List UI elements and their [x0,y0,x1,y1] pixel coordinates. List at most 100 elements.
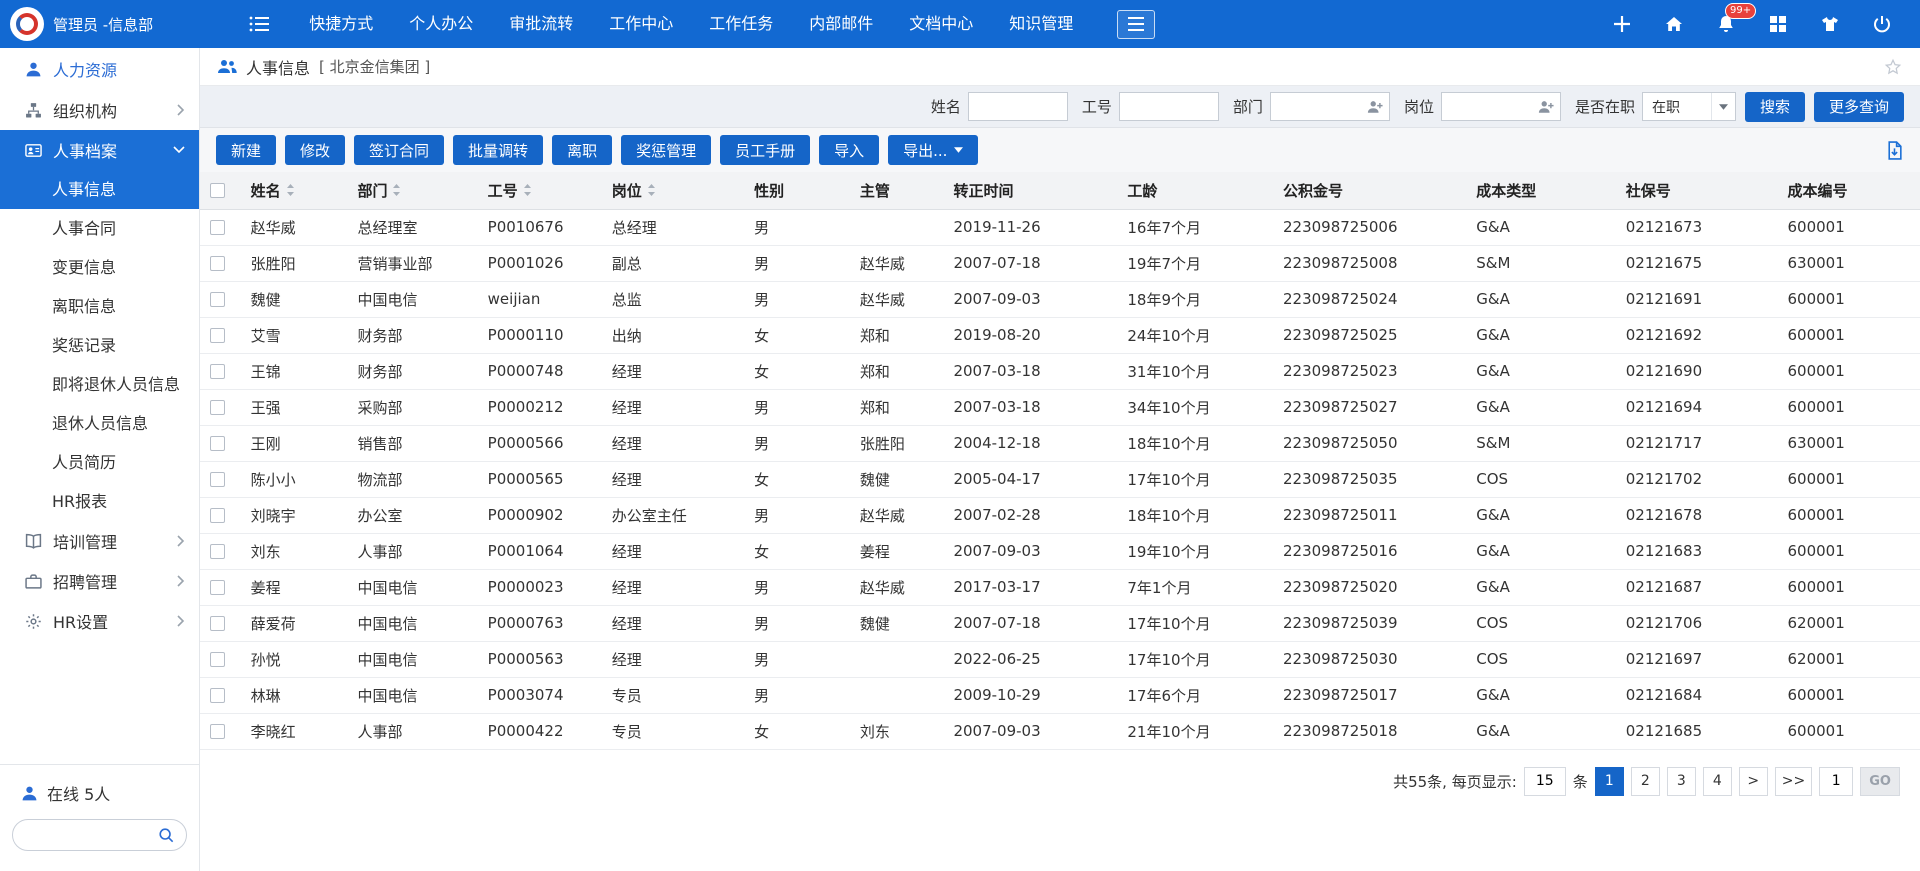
column-header-4[interactable]: 岗位 [602,172,744,209]
row-checkbox[interactable] [210,400,225,415]
sidebar-item-3[interactable]: 培训管理 [0,521,199,561]
add-icon[interactable] [1610,12,1634,36]
export-file-icon[interactable] [1885,141,1904,160]
row-checkbox[interactable] [210,652,225,667]
person-picker-icon[interactable] [1533,93,1560,120]
row-checkbox[interactable] [210,544,225,559]
toolbar-button-6[interactable]: 奖惩管理 [621,135,711,165]
sidebar-title[interactable]: 人力资源 [0,48,199,90]
sidebar-subitem[interactable]: 奖惩记录 [0,326,199,365]
filter-input-1[interactable] [968,92,1068,121]
menu-toggle-button[interactable] [1117,10,1155,39]
top-menu-item-1[interactable]: 快捷方式 [291,0,391,48]
sidebar-subitem[interactable]: 退休人员信息 [0,404,199,443]
table-row-3[interactable]: 魏健中国电信weijian总监男赵华威2007-09-0318年9个月22309… [200,281,1920,317]
row-checkbox[interactable] [210,292,225,307]
page-button-4[interactable]: 4 [1703,767,1732,796]
sidebar-subitem[interactable]: 人事信息 [0,170,199,209]
row-checkbox[interactable] [210,616,225,631]
row-checkbox[interactable] [210,256,225,271]
sort-icon[interactable] [647,183,656,197]
sidebar-item-1[interactable]: 组织机构 [0,90,199,130]
sort-icon[interactable] [286,183,295,197]
sidebar-subitem[interactable]: 人事合同 [0,209,199,248]
next-page-button[interactable]: > [1739,767,1768,796]
sidebar-subitem[interactable]: 变更信息 [0,248,199,287]
table-row-2[interactable]: 张胜阳营销事业部P0001026副总男赵华威2007-07-1819年7个月22… [200,245,1920,281]
toolbar-button-4[interactable]: 批量调转 [453,135,543,165]
row-checkbox[interactable] [210,724,225,739]
column-header-3[interactable]: 工号 [478,172,602,209]
toolbar-button-8[interactable]: 导入 [819,135,879,165]
filter-select-5[interactable]: 在职 [1642,92,1736,121]
toolbar-button-7[interactable]: 员工手册 [720,135,810,165]
row-checkbox[interactable] [210,364,225,379]
top-menu-item-5[interactable]: 工作任务 [691,0,791,48]
top-menu-item-3[interactable]: 审批流转 [491,0,591,48]
top-menu-item-6[interactable]: 内部邮件 [791,0,891,48]
favorite-star-icon[interactable] [1884,58,1902,76]
notification-bell-icon[interactable]: 99+ [1714,12,1738,36]
sidebar-item-2[interactable]: 人事档案 [0,130,199,170]
top-menu-item-7[interactable]: 文档中心 [891,0,991,48]
filter-input-4[interactable] [1442,93,1533,120]
power-icon[interactable] [1870,12,1894,36]
table-row-13[interactable]: 孙悦中国电信P0000563经理男2022-06-2517年10个月223098… [200,641,1920,677]
sidebar-search-input[interactable] [25,827,158,843]
sidebar-item-5[interactable]: HR设置 [0,601,199,641]
app-list-icon[interactable] [249,15,271,33]
sort-icon[interactable] [523,183,532,197]
table-row-11[interactable]: 姜程中国电信P0000023经理男赵华威2017-03-177年1个月22309… [200,569,1920,605]
table-row-4[interactable]: 艾雪财务部P0000110出纳女郑和2019-08-2024年10个月22309… [200,317,1920,353]
table-row-9[interactable]: 刘晓宇办公室P0000902办公室主任男赵华威2007-02-2818年10个月… [200,497,1920,533]
toolbar-button-1[interactable]: 新建 [216,135,276,165]
theme-icon[interactable] [1818,12,1842,36]
toolbar-button-2[interactable]: 修改 [285,135,345,165]
goto-page-input[interactable] [1819,767,1853,796]
sidebar-subitem[interactable]: 离职信息 [0,287,199,326]
sidebar-subitem[interactable]: HR报表 [0,482,199,521]
table-row-6[interactable]: 王强采购部P0000212经理男郑和2007-03-1834年10个月22309… [200,389,1920,425]
table-row-8[interactable]: 陈小小物流部P0000565经理女魏健2005-04-1717年10个月2230… [200,461,1920,497]
go-button[interactable]: GO [1860,767,1900,796]
page-button-2[interactable]: 2 [1631,767,1660,796]
column-header-2[interactable]: 部门 [347,172,477,209]
toolbar-button-9[interactable]: 导出... [888,135,978,165]
sidebar-subitem[interactable]: 人员简历 [0,443,199,482]
row-checkbox[interactable] [210,472,225,487]
page-size-input[interactable] [1524,767,1566,796]
row-checkbox[interactable] [210,220,225,235]
filter-input-2[interactable] [1119,92,1219,121]
row-checkbox[interactable] [210,328,225,343]
table-row-15[interactable]: 李晓红人事部P0000422专员女刘东2007-09-0321年10个月2230… [200,713,1920,749]
select-all-checkbox[interactable] [210,183,225,198]
table-row-1[interactable]: 赵华威总经理室P0010676总经理男2019-11-2616年7个月22309… [200,209,1920,245]
table-row-10[interactable]: 刘东人事部P0001064经理女姜程2007-09-0319年10个月22309… [200,533,1920,569]
toolbar-button-5[interactable]: 离职 [552,135,612,165]
top-menu-item-8[interactable]: 知识管理 [991,0,1091,48]
page-button-3[interactable]: 3 [1667,767,1696,796]
person-picker-icon[interactable] [1362,93,1389,120]
toolbar-button-3[interactable]: 签订合同 [354,135,444,165]
table-row-14[interactable]: 林琳中国电信P0003074专员男2009-10-2917年6个月2230987… [200,677,1920,713]
sort-icon[interactable] [392,183,401,197]
top-menu-item-4[interactable]: 工作中心 [591,0,691,48]
search-icon[interactable] [158,827,174,843]
home-icon[interactable] [1662,12,1686,36]
row-checkbox[interactable] [210,436,225,451]
apps-grid-icon[interactable] [1766,12,1790,36]
filter-input-3[interactable] [1271,93,1362,120]
top-menu-item-2[interactable]: 个人办公 [391,0,491,48]
table-row-12[interactable]: 薛爱荷中国电信P0000763经理男魏健2007-07-1817年10个月223… [200,605,1920,641]
column-header-1[interactable]: 姓名 [241,172,348,209]
sidebar-subitem[interactable]: 即将退休人员信息 [0,365,199,404]
sidebar-item-4[interactable]: 招聘管理 [0,561,199,601]
row-checkbox[interactable] [210,688,225,703]
table-row-7[interactable]: 王刚销售部P0000566经理男张胜阳2004-12-1818年10个月2230… [200,425,1920,461]
last-page-button[interactable]: >> [1775,767,1812,796]
page-button-1[interactable]: 1 [1595,767,1624,796]
search-button[interactable]: 搜索 [1745,92,1805,122]
row-checkbox[interactable] [210,508,225,523]
more-query-button[interactable]: 更多查询 [1814,92,1904,122]
table-row-5[interactable]: 王锦财务部P0000748经理女郑和2007-03-1831年10个月22309… [200,353,1920,389]
